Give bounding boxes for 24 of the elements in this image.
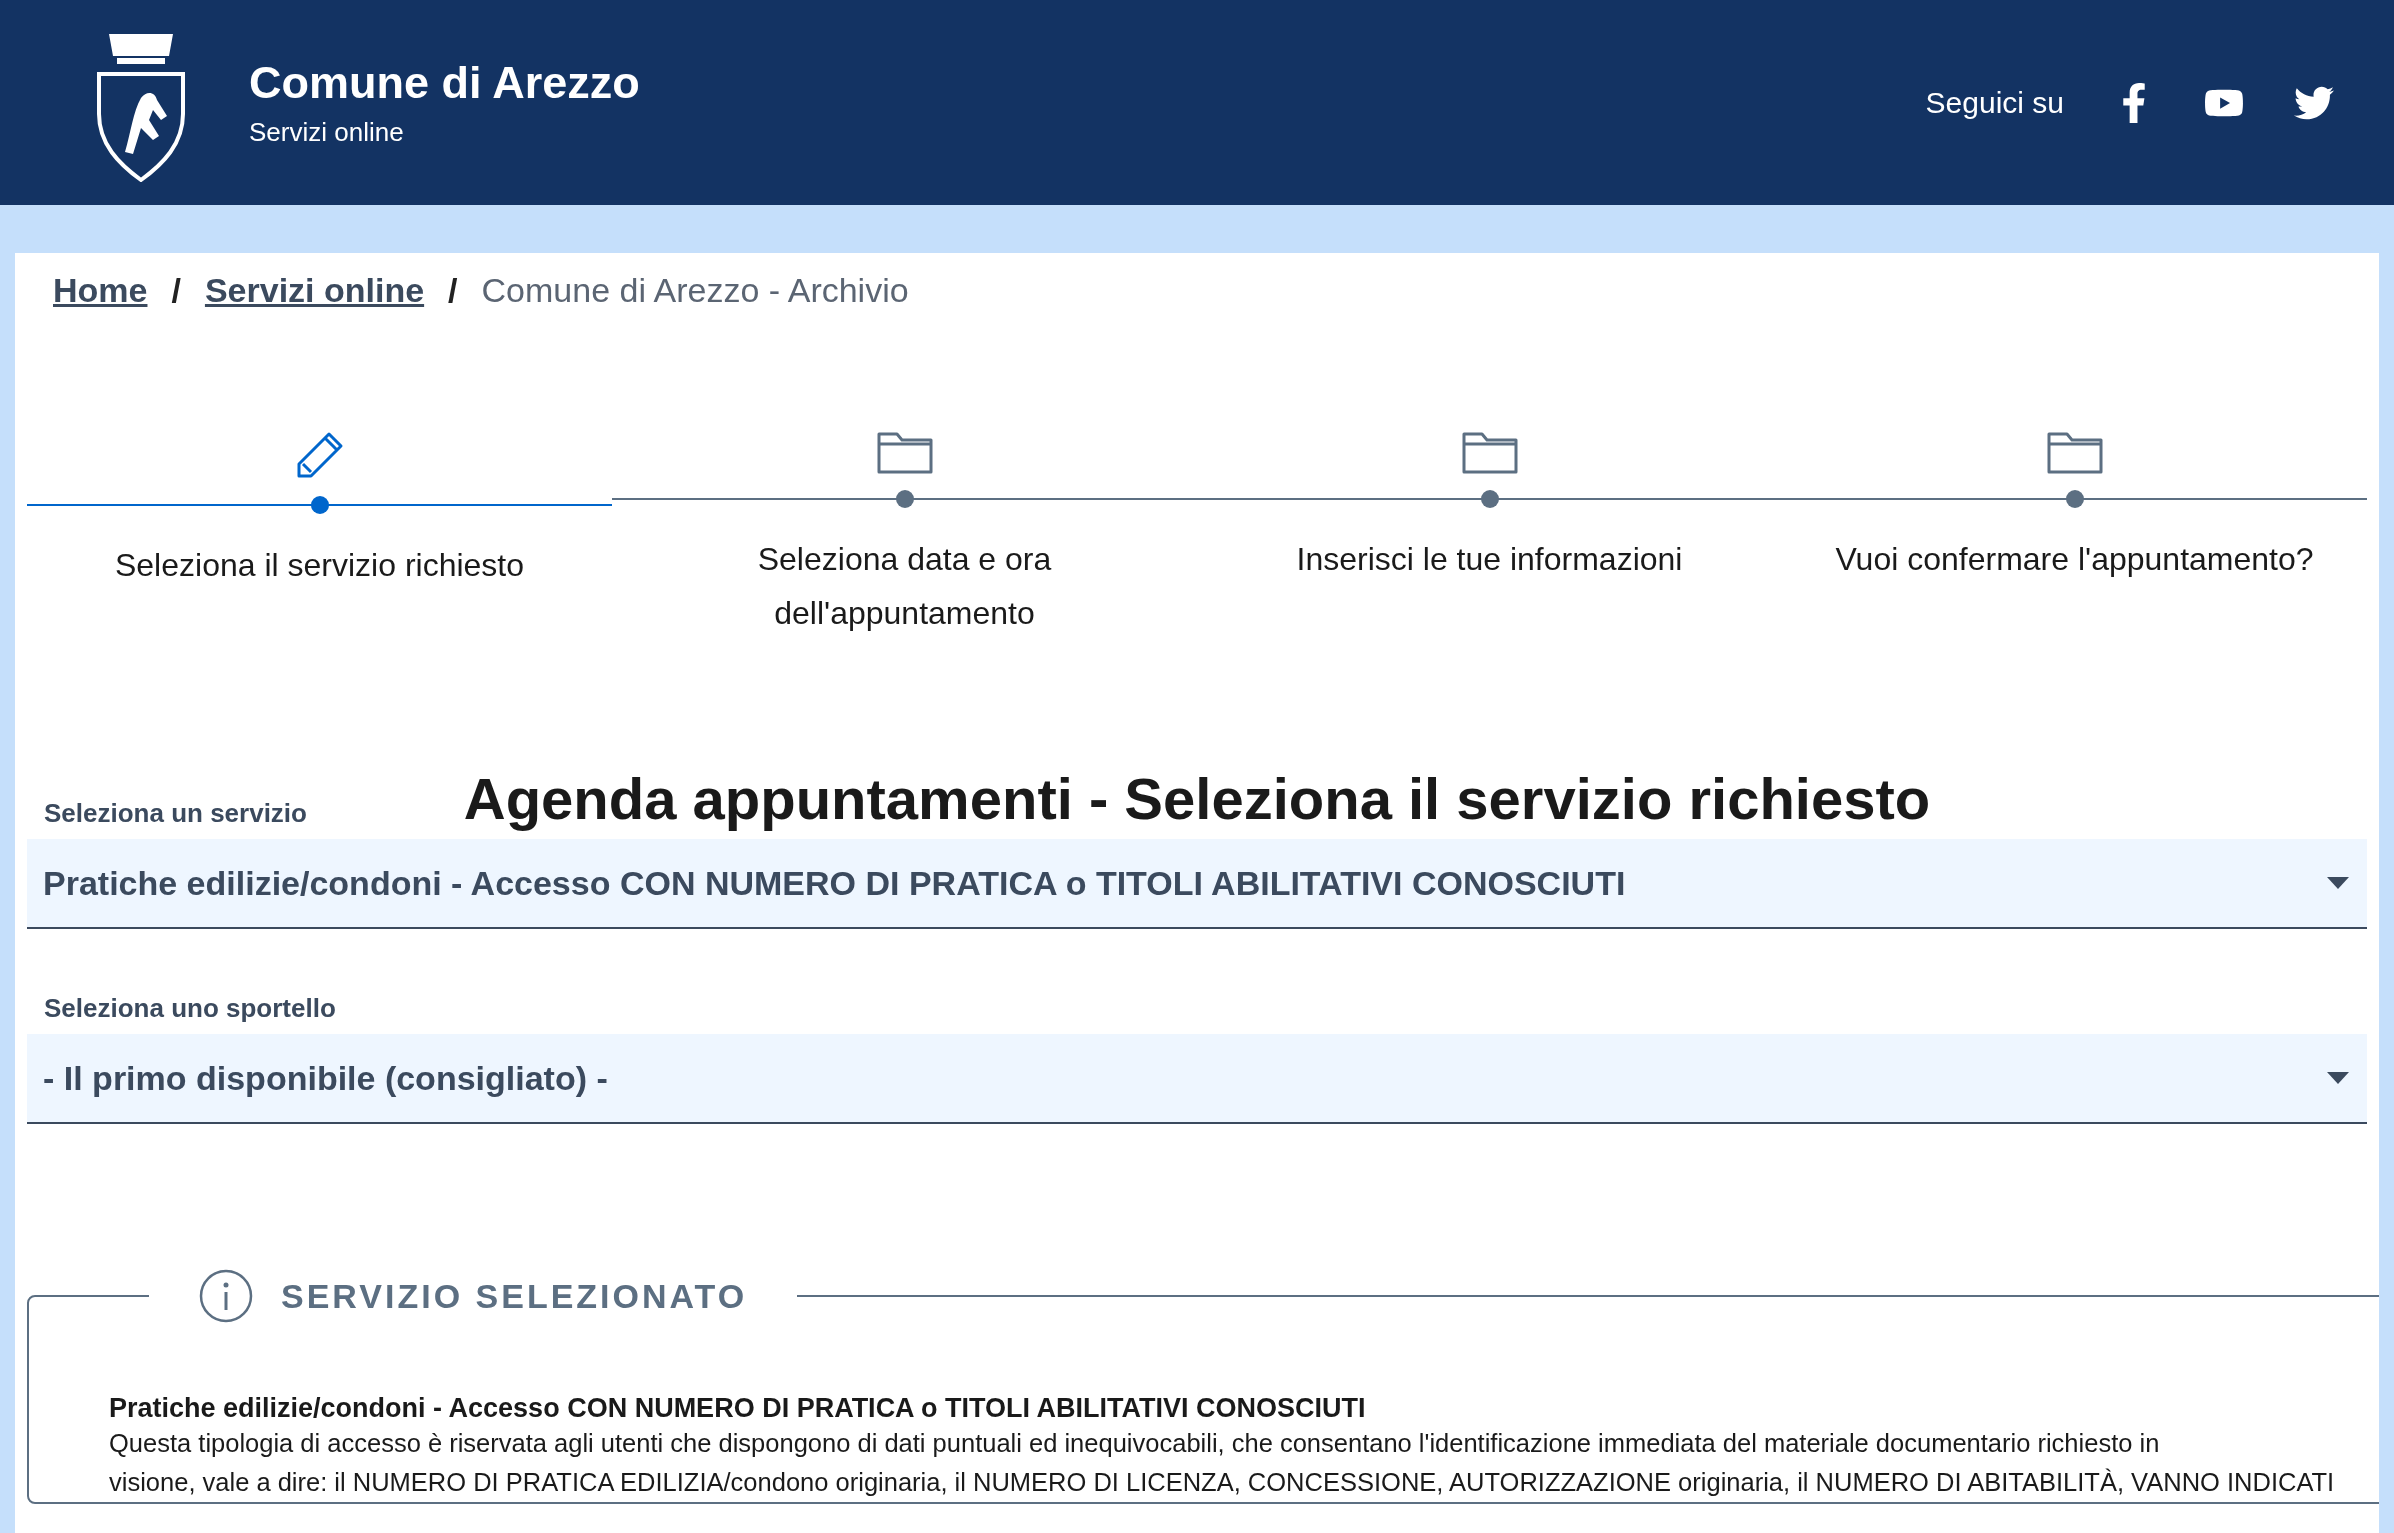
step-label: Seleziona data e ora dell'appuntamento: [756, 540, 1053, 633]
legend-title: SERVIZIO SELEZIONATO: [281, 1276, 748, 1316]
select-field[interactable]: Pratiche edilizie/condoni - Accesso CON NUMERO DI PRATICA o TITOLI ABILITATIVI CONOSCIUTI: [27, 839, 2367, 929]
follow-label: Seguici su: [1925, 85, 2064, 120]
select-label: Seleziona un servizio: [44, 798, 307, 829]
service-name: Pratiche edilizie/condoni - Accesso CON NUMERO DI PRATICA o TITOLI ABILITATIVI CONOSCIUTI: [109, 1393, 1367, 1424]
site-title: Comune di Arezzo: [249, 57, 640, 109]
info-icon: [199, 1269, 253, 1323]
service-description: visione, vale a dire: il NUMERO DI PRATICA EDILIZIA/condono originaria, il NUMERO DI LICENZA, CONCESSIONE, AUTORIZZAZIONE originaria, il NUMERO DI ABITABILITÀ, VANNO INDICATI: [109, 1467, 2335, 1498]
step-label: Seleziona il servizio richiesto: [114, 546, 525, 585]
caret-icon: [2327, 877, 2349, 889]
select-field[interactable]: - Il primo disponibile (consigliato) -: [27, 1034, 2367, 1124]
breadcrumb-link[interactable]: Servizi online: [204, 271, 425, 310]
breadcrumb-separator: /: [171, 271, 181, 310]
step-label: Inserisci le tue informazioni: [1296, 540, 1683, 579]
page-title: Agenda appuntamenti - Seleziona il servizio richiesto: [463, 765, 1931, 832]
site-subtitle: Servizi online: [249, 117, 405, 148]
breadcrumb-link[interactable]: Home: [53, 271, 148, 310]
step-label: Vuoi confermare l'appuntamento?: [1835, 540, 2314, 579]
caret-icon: [2327, 1072, 2349, 1084]
breadcrumb-separator: /: [448, 271, 458, 310]
service-description: Questa tipologia di accesso è riservata agli utenti che dispongono di dati puntuali ed inequivocabili, che consentano l'identificazione immediata del materiale documentario richiesto in: [109, 1428, 2161, 1459]
breadcrumb-current: Comune di Arezzo - Archivio: [481, 271, 909, 310]
select-label: Seleziona uno sportello: [44, 993, 336, 1024]
